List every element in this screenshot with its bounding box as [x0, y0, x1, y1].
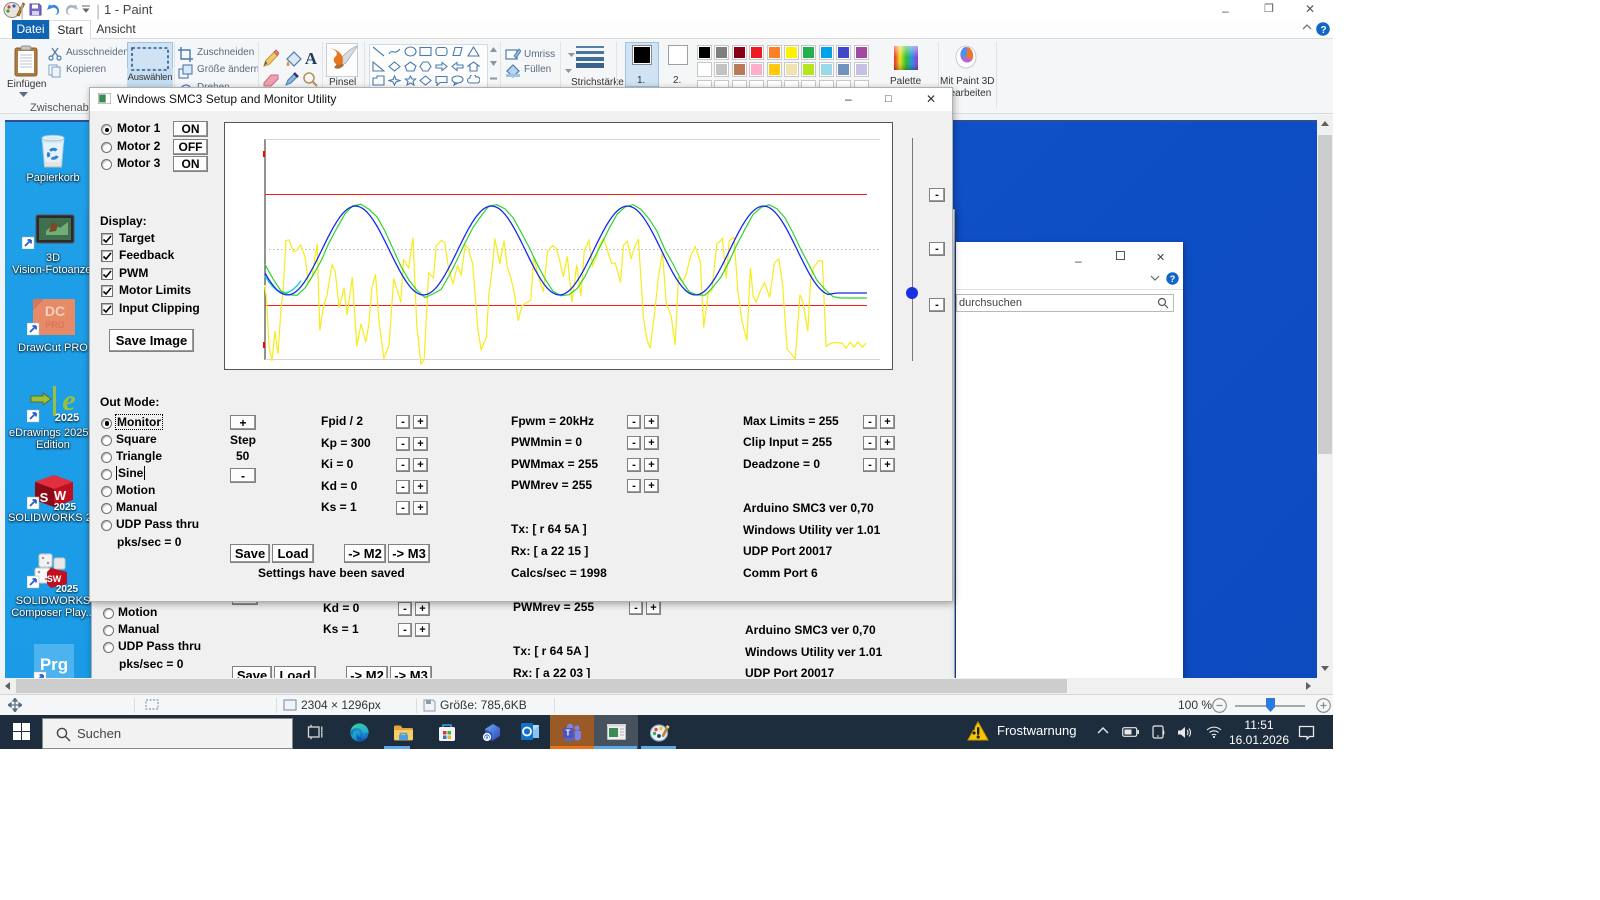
svg-text:?: ?: [1170, 274, 1176, 284]
svg-text:SW: SW: [47, 574, 62, 584]
svg-text:DC: DC: [45, 303, 65, 319]
svg-text:S: S: [40, 490, 49, 505]
svg-text:?: ?: [1320, 25, 1326, 36]
svg-text:W: W: [54, 488, 67, 503]
svg-text:2025: 2025: [56, 584, 79, 594]
svg-text:Prg: Prg: [40, 655, 68, 674]
svg-text:T: T: [566, 728, 571, 737]
svg-text:o: o: [485, 732, 490, 741]
svg-text:A: A: [305, 49, 318, 68]
svg-text:PRO: PRO: [45, 320, 65, 330]
svg-text:2025: 2025: [55, 412, 79, 424]
